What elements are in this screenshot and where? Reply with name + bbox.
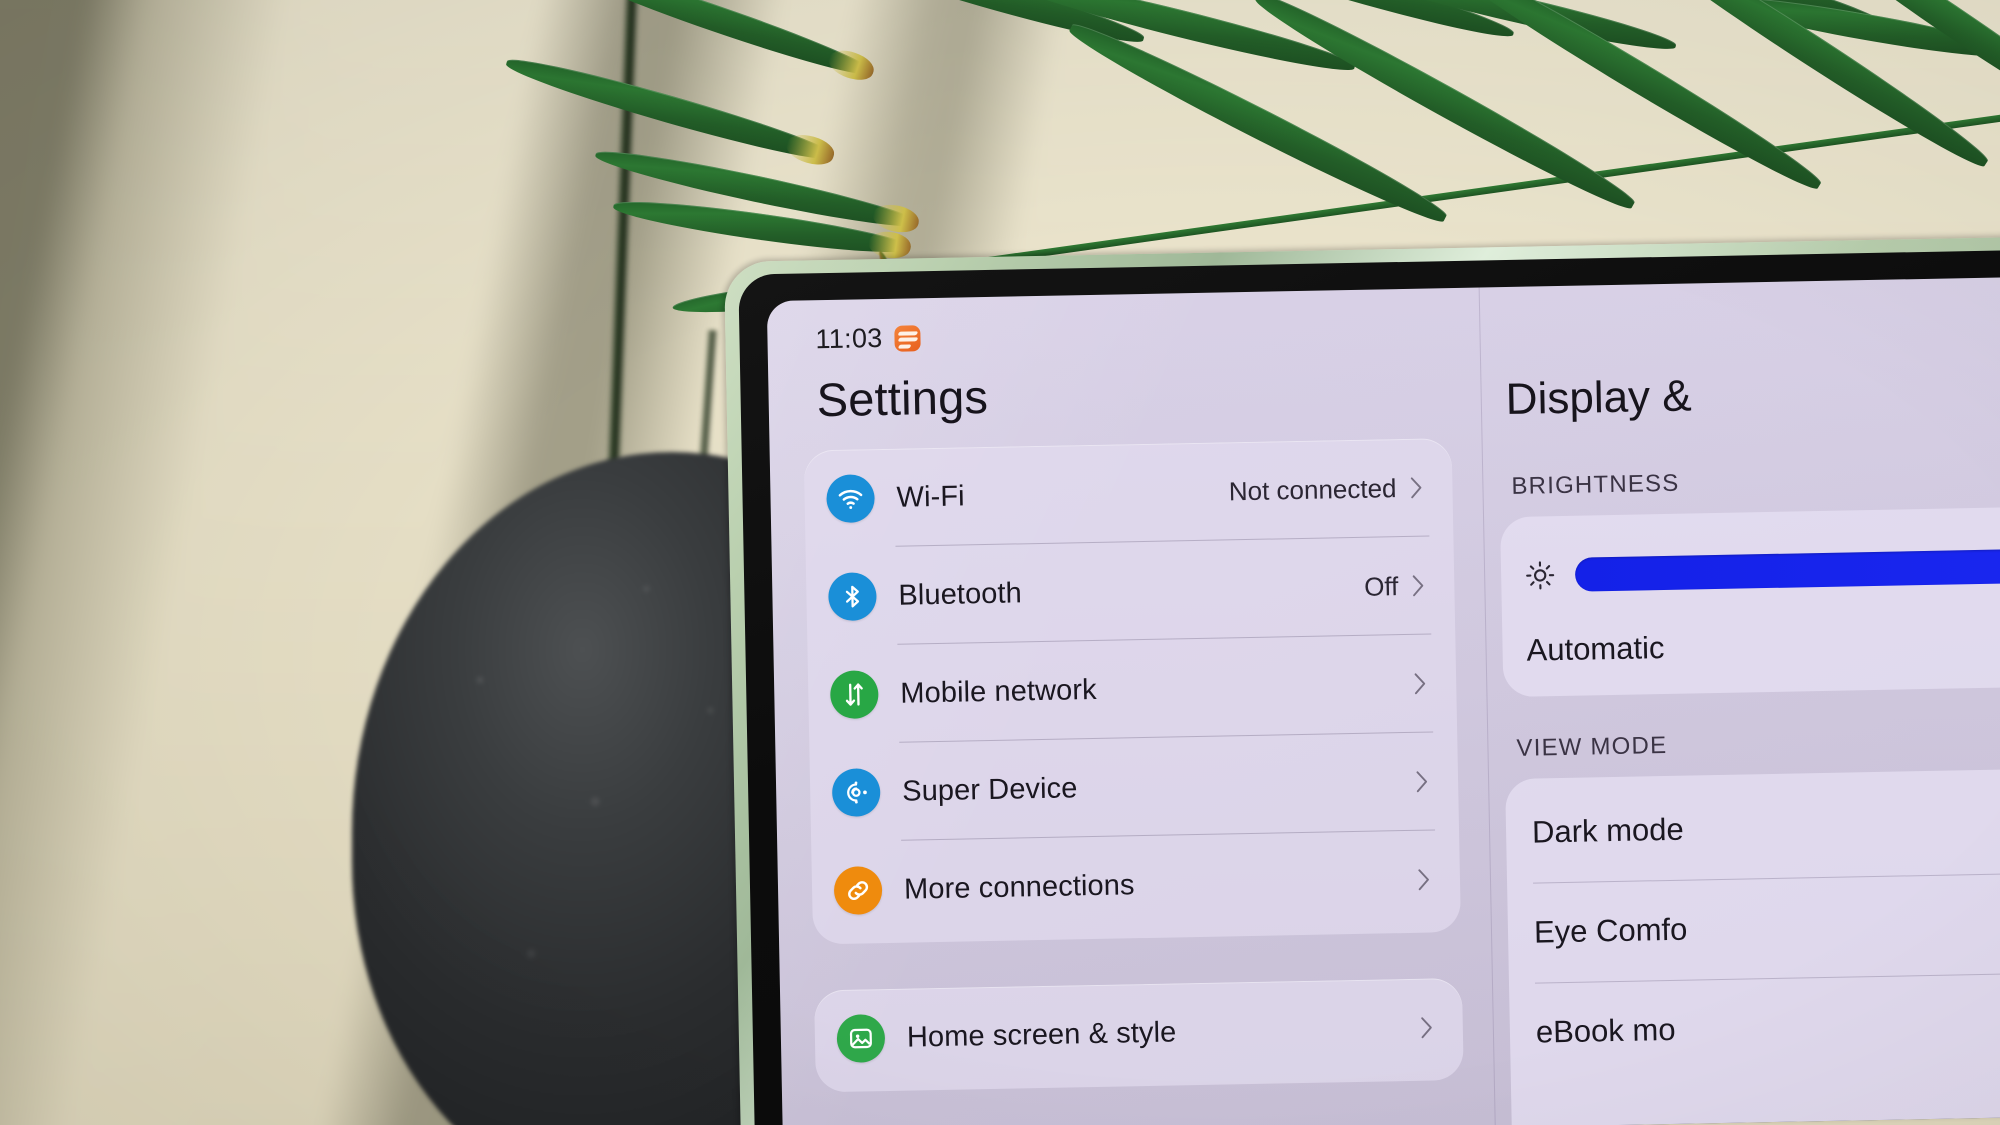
settings-row-label: More connections: [903, 868, 1135, 906]
settings-row-value: Not connected: [1228, 472, 1397, 506]
view-mode-item-dark-mode[interactable]: Dark mode: [1532, 812, 1684, 851]
mobile-network-icon: [829, 670, 879, 720]
brightness-card: Automatic: [1500, 505, 2000, 698]
brightness-section-header: BRIGHTNESS: [1511, 469, 1680, 500]
row-divider: [1534, 971, 2000, 984]
settings-group-connectivity: Wi-Fi Not connected Bluetooth Off Mobile…: [803, 438, 1461, 945]
link-icon: [833, 866, 883, 915]
view-mode-item-ebook-mode[interactable]: eBook mo: [1536, 1012, 1676, 1051]
chevron-right-icon: [1421, 1017, 1432, 1039]
view-mode-item-eye-comfort[interactable]: Eye Comfo: [1534, 912, 1688, 951]
settings-row-label: Mobile network: [900, 673, 1098, 710]
chevron-right-icon: [1412, 575, 1424, 597]
tablet-device: 11:03 Settings Wi-Fi Not connected Bluet…: [724, 237, 2000, 1125]
settings-list-pane: Wi-Fi Not connected Bluetooth Off Mobile…: [770, 438, 1482, 1093]
photo-scene: 11:03 Settings Wi-Fi Not connected Bluet…: [0, 0, 2000, 1125]
display-settings-pane: Display & BRIGHTNESS Automatic VIEW MODE…: [1478, 277, 2000, 1125]
super-device-icon: [831, 768, 881, 818]
settings-row-label: Bluetooth: [898, 576, 1023, 612]
bluetooth-icon: [827, 572, 877, 622]
settings-row-label: Super Device: [901, 771, 1078, 808]
chevron-right-icon: [1418, 869, 1429, 891]
status-bar: 11:03: [815, 322, 921, 355]
view-mode-card: Dark mode Eye Comfo eBook mo: [1505, 767, 2000, 1125]
settings-row-bluetooth[interactable]: Bluetooth Off: [806, 536, 1456, 646]
settings-row-mobile-network[interactable]: Mobile network: [807, 634, 1457, 744]
settings-row-wifi[interactable]: Wi-Fi Not connected: [804, 438, 1454, 548]
settings-row-more-connections[interactable]: More connections: [811, 830, 1461, 940]
settings-group-personalization: Home screen & style: [814, 977, 1464, 1093]
status-clock: 11:03: [815, 322, 883, 355]
brightness-automatic-label: Automatic: [1526, 630, 1665, 668]
brightness-sun-icon: [1526, 561, 1555, 590]
settings-row-label: Home screen & style: [906, 1015, 1177, 1054]
tablet-screen: 11:03 Settings Wi-Fi Not connected Bluet…: [766, 277, 2000, 1125]
brightness-slider[interactable]: [1574, 547, 2000, 592]
settings-row-label: Wi-Fi: [896, 479, 965, 514]
row-divider: [1533, 871, 2000, 884]
view-mode-section-header: VIEW MODE: [1516, 731, 1668, 762]
settings-row-super-device[interactable]: Super Device: [809, 732, 1459, 842]
settings-row-value: Off: [1363, 570, 1399, 602]
page-title: Settings: [816, 369, 989, 427]
wallpaper-icon: [836, 1014, 886, 1063]
chevron-right-icon: [1414, 673, 1426, 695]
chevron-right-icon: [1416, 771, 1428, 793]
wifi-icon: [826, 474, 876, 524]
display-page-title: Display &: [1505, 371, 1693, 425]
settings-row-home-screen-style[interactable]: Home screen & style: [814, 978, 1464, 1088]
orange-app-badge-icon: [894, 324, 921, 352]
chevron-right-icon: [1410, 477, 1422, 499]
